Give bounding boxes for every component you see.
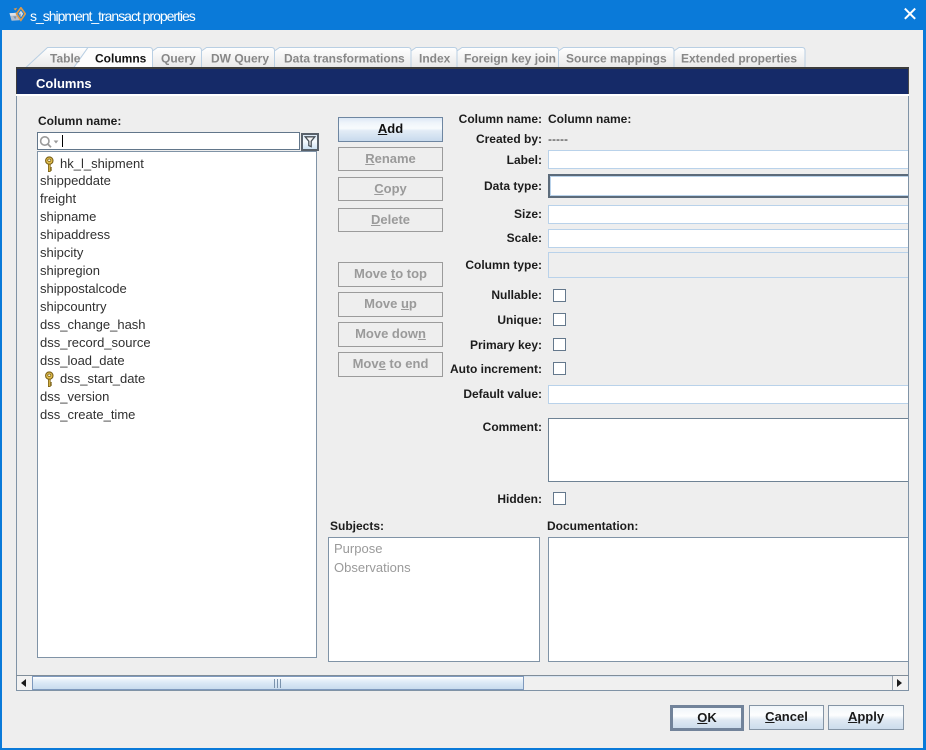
svg-text:Index: Index xyxy=(419,52,451,66)
svg-text:Foreign key join: Foreign key join xyxy=(464,52,556,66)
svg-text:Columns: Columns xyxy=(95,52,147,66)
svg-text:Source mappings: Source mappings xyxy=(566,52,667,66)
svg-text:Query: Query xyxy=(161,52,196,66)
svg-text:DW Query: DW Query xyxy=(211,52,269,66)
svg-text:Extended properties: Extended properties xyxy=(681,52,797,66)
svg-text:Data transformations: Data transformations xyxy=(284,52,405,66)
svg-text:Table: Table xyxy=(50,52,81,66)
